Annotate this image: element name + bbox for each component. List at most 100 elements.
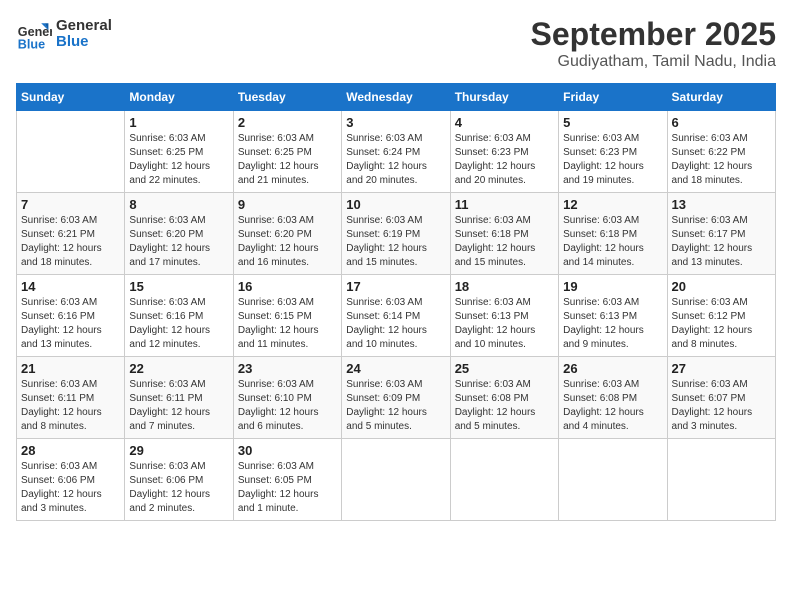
day-number: 21 bbox=[21, 361, 120, 376]
day-info: Sunrise: 6:03 AM Sunset: 6:08 PM Dayligh… bbox=[563, 378, 662, 434]
calendar-cell bbox=[559, 439, 667, 521]
day-number: 3 bbox=[346, 115, 445, 130]
calendar-cell: 3 Sunrise: 6:03 AM Sunset: 6:24 PM Daylig… bbox=[342, 111, 450, 193]
day-number: 17 bbox=[346, 279, 445, 294]
day-number: 6 bbox=[672, 115, 771, 130]
month-title: September 2025 bbox=[531, 16, 776, 53]
day-info: Sunrise: 6:03 AM Sunset: 6:18 PM Dayligh… bbox=[455, 214, 554, 270]
logo-icon: General Blue bbox=[16, 16, 52, 52]
calendar-cell: 30Sunrise: 6:03 AM Sunset: 6:05 PM Dayli… bbox=[233, 439, 341, 521]
day-info: Sunrise: 6:03 AM Sunset: 6:17 PM Dayligh… bbox=[672, 214, 771, 270]
day-info: Sunrise: 6:03 AM Sunset: 6:25 PM Dayligh… bbox=[129, 132, 228, 188]
week-row-3: 14 Sunrise: 6:03 AM Sunset: 6:16 PM Dayli… bbox=[17, 275, 776, 357]
logo-line2: Blue bbox=[56, 34, 112, 51]
day-info: Sunrise: 6:03 AM Sunset: 6:18 PM Dayligh… bbox=[563, 214, 662, 270]
day-number: 22 bbox=[129, 361, 228, 376]
day-number: 13 bbox=[672, 197, 771, 212]
day-info: Sunrise: 6:03 AM Sunset: 6:23 PM Dayligh… bbox=[563, 132, 662, 188]
day-info: Sunrise: 6:03 AM Sunset: 6:16 PM Dayligh… bbox=[21, 296, 120, 352]
day-number: 1 bbox=[129, 115, 228, 130]
calendar-cell: 20 Sunrise: 6:03 AM Sunset: 6:12 PM Dayli… bbox=[667, 275, 775, 357]
day-number: 2 bbox=[238, 115, 337, 130]
day-number: 19 bbox=[563, 279, 662, 294]
day-info: Sunrise: 6:03 AM Sunset: 6:06 PM Dayligh… bbox=[21, 460, 120, 516]
day-info: Sunrise: 6:03 AM Sunset: 6:13 PM Dayligh… bbox=[455, 296, 554, 352]
header-monday: Monday bbox=[125, 84, 233, 111]
day-number: 15 bbox=[129, 279, 228, 294]
day-info: Sunrise: 6:03 AM Sunset: 6:16 PM Dayligh… bbox=[129, 296, 228, 352]
day-info: Sunrise: 6:03 AM Sunset: 6:25 PM Dayligh… bbox=[238, 132, 337, 188]
day-number: 10 bbox=[346, 197, 445, 212]
day-info: Sunrise: 6:03 AM Sunset: 6:23 PM Dayligh… bbox=[455, 132, 554, 188]
logo-line1: General bbox=[56, 18, 112, 35]
calendar-cell bbox=[342, 439, 450, 521]
day-number: 16 bbox=[238, 279, 337, 294]
day-number: 24 bbox=[346, 361, 445, 376]
header-thursday: Thursday bbox=[450, 84, 558, 111]
calendar-cell: 17 Sunrise: 6:03 AM Sunset: 6:14 PM Dayli… bbox=[342, 275, 450, 357]
day-number: 30 bbox=[238, 443, 337, 458]
week-row-2: 7Sunrise: 6:03 AM Sunset: 6:21 PM Daylig… bbox=[17, 193, 776, 275]
day-info: Sunrise: 6:03 AM Sunset: 6:07 PM Dayligh… bbox=[672, 378, 771, 434]
calendar-cell: 7Sunrise: 6:03 AM Sunset: 6:21 PM Daylig… bbox=[17, 193, 125, 275]
calendar-cell: 10 Sunrise: 6:03 AM Sunset: 6:19 PM Dayli… bbox=[342, 193, 450, 275]
page-header: General Blue General Blue September 2025… bbox=[16, 16, 776, 71]
calendar-cell: 11 Sunrise: 6:03 AM Sunset: 6:18 PM Dayli… bbox=[450, 193, 558, 275]
calendar-cell: 15 Sunrise: 6:03 AM Sunset: 6:16 PM Dayli… bbox=[125, 275, 233, 357]
calendar-cell: 6 Sunrise: 6:03 AM Sunset: 6:22 PM Daylig… bbox=[667, 111, 775, 193]
day-number: 11 bbox=[455, 197, 554, 212]
day-number: 5 bbox=[563, 115, 662, 130]
calendar-cell: 24 Sunrise: 6:03 AM Sunset: 6:09 PM Dayli… bbox=[342, 357, 450, 439]
calendar-cell: 8Sunrise: 6:03 AM Sunset: 6:20 PM Daylig… bbox=[125, 193, 233, 275]
day-number: 14 bbox=[21, 279, 120, 294]
day-info: Sunrise: 6:03 AM Sunset: 6:24 PM Dayligh… bbox=[346, 132, 445, 188]
calendar-cell: 21 Sunrise: 6:03 AM Sunset: 6:11 PM Dayli… bbox=[17, 357, 125, 439]
week-row-4: 21 Sunrise: 6:03 AM Sunset: 6:11 PM Dayli… bbox=[17, 357, 776, 439]
calendar-cell bbox=[450, 439, 558, 521]
day-number: 29 bbox=[129, 443, 228, 458]
day-number: 12 bbox=[563, 197, 662, 212]
header-saturday: Saturday bbox=[667, 84, 775, 111]
day-number: 28 bbox=[21, 443, 120, 458]
day-info: Sunrise: 6:03 AM Sunset: 6:15 PM Dayligh… bbox=[238, 296, 337, 352]
calendar-cell: 22 Sunrise: 6:03 AM Sunset: 6:11 PM Dayli… bbox=[125, 357, 233, 439]
calendar-cell: 14 Sunrise: 6:03 AM Sunset: 6:16 PM Dayli… bbox=[17, 275, 125, 357]
day-info: Sunrise: 6:03 AM Sunset: 6:22 PM Dayligh… bbox=[672, 132, 771, 188]
day-number: 27 bbox=[672, 361, 771, 376]
day-info: Sunrise: 6:03 AM Sunset: 6:19 PM Dayligh… bbox=[346, 214, 445, 270]
day-info: Sunrise: 6:03 AM Sunset: 6:14 PM Dayligh… bbox=[346, 296, 445, 352]
calendar-cell: 12 Sunrise: 6:03 AM Sunset: 6:18 PM Dayli… bbox=[559, 193, 667, 275]
day-info: Sunrise: 6:03 AM Sunset: 6:11 PM Dayligh… bbox=[21, 378, 120, 434]
calendar-cell: 1 Sunrise: 6:03 AM Sunset: 6:25 PM Daylig… bbox=[125, 111, 233, 193]
calendar-cell bbox=[667, 439, 775, 521]
calendar-cell: 4Sunrise: 6:03 AM Sunset: 6:23 PM Daylig… bbox=[450, 111, 558, 193]
day-info: Sunrise: 6:03 AM Sunset: 6:09 PM Dayligh… bbox=[346, 378, 445, 434]
calendar-cell bbox=[17, 111, 125, 193]
calendar-cell: 28 Sunrise: 6:03 AM Sunset: 6:06 PM Dayli… bbox=[17, 439, 125, 521]
calendar-cell: 5 Sunrise: 6:03 AM Sunset: 6:23 PM Daylig… bbox=[559, 111, 667, 193]
day-info: Sunrise: 6:03 AM Sunset: 6:08 PM Dayligh… bbox=[455, 378, 554, 434]
day-number: 18 bbox=[455, 279, 554, 294]
week-row-1: 1 Sunrise: 6:03 AM Sunset: 6:25 PM Daylig… bbox=[17, 111, 776, 193]
header-wednesday: Wednesday bbox=[342, 84, 450, 111]
day-info: Sunrise: 6:03 AM Sunset: 6:21 PM Dayligh… bbox=[21, 214, 120, 270]
header-tuesday: Tuesday bbox=[233, 84, 341, 111]
calendar-cell: 9Sunrise: 6:03 AM Sunset: 6:20 PM Daylig… bbox=[233, 193, 341, 275]
day-info: Sunrise: 6:03 AM Sunset: 6:20 PM Dayligh… bbox=[129, 214, 228, 270]
day-number: 26 bbox=[563, 361, 662, 376]
week-row-5: 28 Sunrise: 6:03 AM Sunset: 6:06 PM Dayli… bbox=[17, 439, 776, 521]
calendar-cell: 25Sunrise: 6:03 AM Sunset: 6:08 PM Dayli… bbox=[450, 357, 558, 439]
day-number: 20 bbox=[672, 279, 771, 294]
header-friday: Friday bbox=[559, 84, 667, 111]
calendar-cell: 19Sunrise: 6:03 AM Sunset: 6:13 PM Dayli… bbox=[559, 275, 667, 357]
calendar-cell: 16 Sunrise: 6:03 AM Sunset: 6:15 PM Dayli… bbox=[233, 275, 341, 357]
day-info: Sunrise: 6:03 AM Sunset: 6:12 PM Dayligh… bbox=[672, 296, 771, 352]
day-info: Sunrise: 6:03 AM Sunset: 6:11 PM Dayligh… bbox=[129, 378, 228, 434]
calendar-cell: 18 Sunrise: 6:03 AM Sunset: 6:13 PM Dayli… bbox=[450, 275, 558, 357]
logo: General Blue General Blue bbox=[16, 16, 112, 52]
calendar-cell: 2 Sunrise: 6:03 AM Sunset: 6:25 PM Daylig… bbox=[233, 111, 341, 193]
day-info: Sunrise: 6:03 AM Sunset: 6:20 PM Dayligh… bbox=[238, 214, 337, 270]
calendar-cell: 27 Sunrise: 6:03 AM Sunset: 6:07 PM Dayli… bbox=[667, 357, 775, 439]
day-number: 23 bbox=[238, 361, 337, 376]
title-area: September 2025 Gudiyatham, Tamil Nadu, I… bbox=[531, 16, 776, 71]
